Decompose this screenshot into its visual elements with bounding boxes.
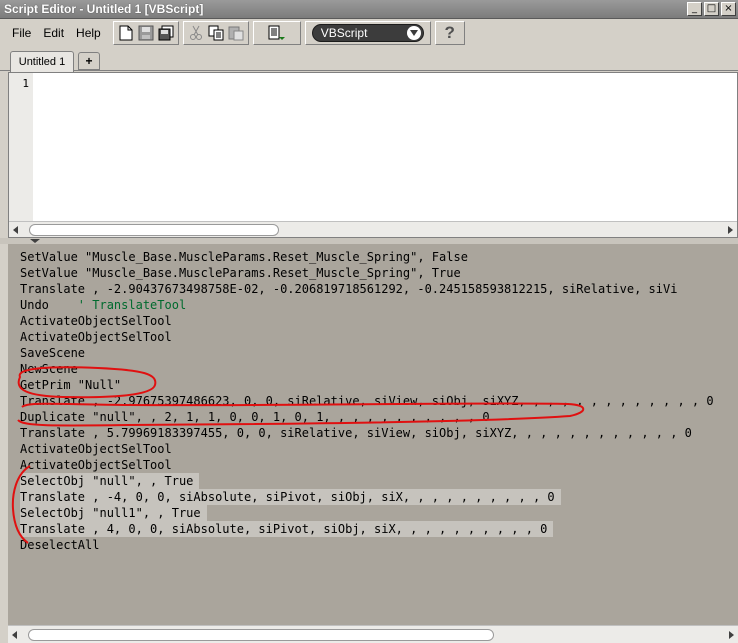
- log-line: ActivateObjectSelTool: [20, 314, 172, 328]
- log-line: SelectObj "null", , True: [20, 473, 200, 489]
- log-line: Duplicate "null", , 2, 1, 1, 0, 0, 1, 0,…: [20, 410, 490, 424]
- chevron-down-icon: [406, 26, 421, 40]
- scroll-left-icon[interactable]: [12, 631, 17, 639]
- log-line: ActivateObjectSelTool: [20, 458, 172, 472]
- log-scroll-thumb[interactable]: [28, 629, 494, 641]
- log-line: SaveScene: [20, 346, 86, 360]
- window-controls: _ □ ×: [687, 2, 736, 16]
- scroll-left-icon[interactable]: [13, 226, 18, 234]
- editor-scroll-thumb[interactable]: [29, 224, 279, 236]
- scroll-right-icon[interactable]: [728, 226, 733, 234]
- run-script-icon[interactable]: [267, 23, 287, 43]
- log-line: Translate , 5.79969183397455, 0, 0, siRe…: [20, 426, 692, 440]
- add-tab-button[interactable]: +: [78, 52, 100, 70]
- save-icon[interactable]: [136, 23, 156, 43]
- new-file-icon[interactable]: [116, 23, 136, 43]
- log-line: ActivateObjectSelTool: [20, 330, 172, 344]
- log-line: SetValue "Muscle_Base.MuscleParams.Reset…: [20, 266, 461, 280]
- language-select-value: VBScript: [320, 26, 368, 40]
- toolbar: VBScript ?: [112, 21, 465, 45]
- tab-untitled-1[interactable]: Untitled 1: [10, 51, 74, 72]
- log-output: SetValue "Muscle_Base.MuscleParams.Reset…: [8, 244, 738, 625]
- close-button[interactable]: ×: [721, 2, 736, 16]
- editor-horizontal-scrollbar[interactable]: [9, 221, 737, 237]
- run-tool-group: [252, 21, 301, 45]
- copy-icon[interactable]: [206, 23, 226, 43]
- log-line: Translate , -2.90437673498758E-02, -0.20…: [20, 282, 678, 296]
- log-horizontal-scrollbar[interactable]: [8, 625, 738, 643]
- log-line: NewScene: [20, 362, 78, 376]
- help-tool-group: ?: [434, 21, 465, 45]
- log-line: Translate , -4, 0, 0, siAbsolute, siPivo…: [20, 489, 561, 505]
- minimize-button[interactable]: _: [687, 2, 702, 16]
- title-bar: Script Editor - Untitled 1 [VBScript] _ …: [0, 0, 738, 19]
- menu-bar: File Edit Help: [0, 26, 107, 40]
- clipboard-tool-group: [182, 21, 249, 45]
- log-line: SetValue "Muscle_Base.MuscleParams.Reset…: [20, 250, 468, 264]
- file-tool-group: [112, 21, 179, 45]
- menu-help[interactable]: Help: [70, 26, 107, 40]
- script-editor: 1: [8, 72, 738, 238]
- cut-icon[interactable]: [186, 23, 206, 43]
- log-line: SelectObj "null1", , True: [20, 505, 207, 521]
- language-tool-group: VBScript: [304, 21, 431, 45]
- scroll-right-icon[interactable]: [729, 631, 734, 639]
- log-line: GetPrim "Null": [20, 378, 122, 392]
- code-input[interactable]: [33, 73, 737, 221]
- window-title: Script Editor - Untitled 1 [VBScript]: [4, 2, 204, 16]
- help-icon[interactable]: ?: [445, 23, 455, 43]
- paste-icon[interactable]: [226, 23, 246, 43]
- line-number-gutter: 1: [9, 73, 33, 221]
- maximize-button[interactable]: □: [704, 2, 719, 16]
- save-all-icon[interactable]: [156, 23, 176, 43]
- log-line: ActivateObjectSelTool: [20, 442, 172, 456]
- log-line: Undo ' TranslateTool: [20, 298, 187, 312]
- menu-toolbar: File Edit Help VBScript ?: [0, 19, 738, 47]
- tab-bar: Untitled 1 +: [0, 47, 738, 72]
- menu-edit[interactable]: Edit: [37, 26, 70, 40]
- log-line: Translate , 4, 0, 0, siAbsolute, siPivot…: [20, 521, 554, 537]
- line-number: 1: [22, 77, 29, 90]
- splitter-grip-icon: [30, 239, 40, 243]
- menu-file[interactable]: File: [6, 26, 37, 40]
- log-line: DeselectAll: [20, 538, 100, 552]
- log-line: Translate , -2.97675397486623, 0, 0, siR…: [20, 394, 714, 408]
- language-select[interactable]: VBScript: [311, 24, 424, 42]
